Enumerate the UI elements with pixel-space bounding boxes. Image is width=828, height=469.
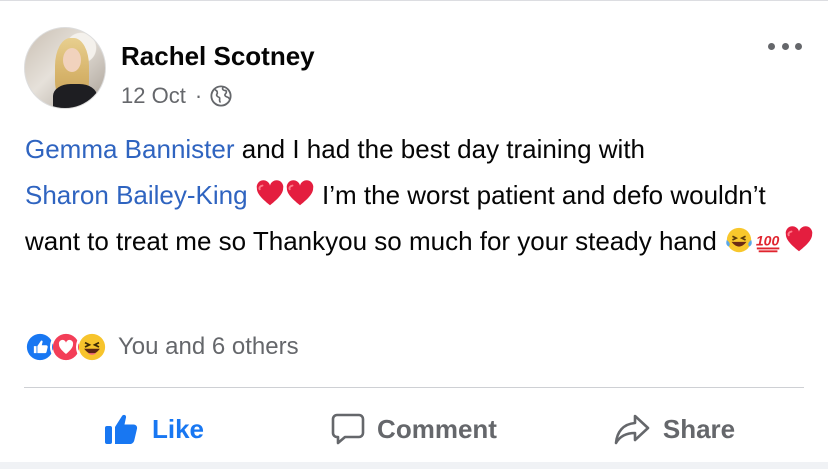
reaction-icons (24, 331, 108, 363)
post-text-part1: and I had the best day training with (234, 134, 646, 164)
post-card: Rachel Scotney 12 Oct · Gemma Bannister … (0, 0, 828, 462)
comment-label: Comment (377, 413, 497, 444)
like-button[interactable]: Like (24, 396, 284, 462)
heart-emoji-icon (256, 180, 284, 206)
share-label: Share (662, 413, 736, 444)
more-options-icon[interactable] (768, 38, 802, 54)
haha-reaction-icon (76, 331, 108, 363)
hundred-points-emoji-icon: 100 (756, 233, 780, 253)
action-bar: Like Comment Share (24, 396, 804, 462)
mention-sharon[interactable]: Sharon Bailey-King (25, 180, 248, 210)
heart-emoji-icon (286, 180, 314, 206)
post-text: Gemma Bannister and I had the best day t… (25, 126, 815, 264)
reactions-summary[interactable]: You and 6 others (24, 331, 299, 363)
svg-text:100: 100 (756, 233, 780, 249)
meta-separator: · (194, 83, 203, 108)
share-button[interactable]: Share (544, 396, 804, 462)
globe-icon[interactable] (210, 85, 232, 107)
reactions-count[interactable]: You and 6 others (118, 333, 299, 361)
heart-emoji-icon (785, 226, 813, 252)
author-name[interactable]: Rachel Scotney (121, 41, 315, 72)
post-date[interactable]: 12 Oct (121, 83, 186, 109)
avatar[interactable] (24, 27, 106, 109)
divider (24, 387, 804, 388)
thumbs-up-icon (104, 414, 138, 444)
comment-icon (331, 413, 365, 445)
mention-gemma[interactable]: Gemma Bannister (25, 134, 235, 164)
like-label: Like (151, 413, 205, 444)
share-icon (614, 414, 650, 445)
comment-button[interactable]: Comment (284, 396, 544, 462)
post-meta: 12 Oct · (121, 83, 232, 109)
laughing-tears-emoji-icon (726, 227, 752, 253)
